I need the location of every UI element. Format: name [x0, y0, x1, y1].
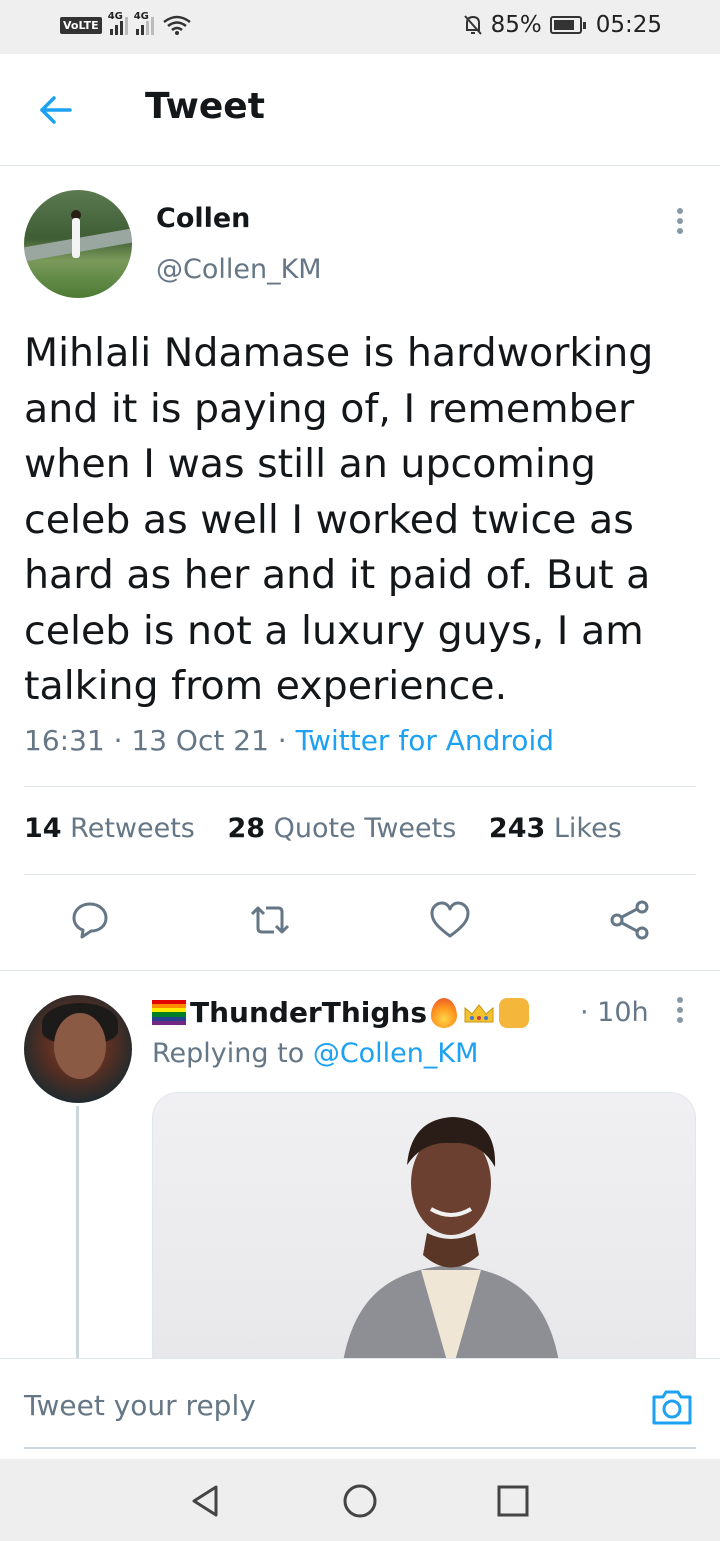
clock: 05:25 — [595, 12, 662, 38]
replying-to-handle[interactable]: @Collen_KM — [313, 1038, 479, 1069]
share-icon[interactable] — [608, 898, 652, 942]
signal-icon: 4G — [108, 11, 128, 35]
status-right: 85% 05:25 — [463, 12, 662, 38]
retweets-stat[interactable]: 14 Retweets — [24, 813, 195, 844]
like-heart-icon[interactable] — [428, 898, 472, 942]
reply-icon[interactable] — [68, 898, 112, 942]
likes-stat[interactable]: 243 Likes — [489, 813, 622, 844]
tweet-text: Mihlali Ndamase is hardworking and it is… — [24, 330, 654, 709]
tweet-time: 16:31 — [24, 724, 105, 757]
wifi-icon — [162, 15, 191, 35]
camera-icon[interactable] — [650, 1387, 694, 1427]
more-options-icon[interactable] — [674, 997, 686, 1027]
nav-home-icon[interactable] — [340, 1481, 380, 1521]
app-header: Tweet — [0, 54, 720, 166]
status-left: VoLTE 4G 4G — [60, 11, 192, 36]
author-handle[interactable]: @Collen_KM — [156, 254, 322, 285]
divider — [24, 786, 696, 787]
author-name[interactable]: Collen — [156, 203, 250, 234]
crown-icon — [464, 1003, 494, 1022]
reply-author[interactable]: ThunderThighs — [152, 996, 530, 1029]
rainbow-flag-icon — [152, 999, 186, 1026]
tweet-stats: 14 Retweets 28 Quote Tweets 243 Likes — [24, 813, 646, 844]
signal-icon: 4G — [134, 11, 154, 35]
battery-icon — [549, 16, 586, 34]
mute-icon — [463, 15, 482, 35]
status-bar: VoLTE 4G 4G 85% 05:25 — [0, 0, 720, 54]
photo-of-woman — [343, 1117, 559, 1361]
nav-back-icon[interactable] — [186, 1481, 226, 1521]
nav-recents-icon[interactable] — [493, 1481, 533, 1521]
fire-icon — [431, 997, 458, 1028]
tweet-actions — [0, 898, 720, 950]
system-nav-bar — [0, 1459, 720, 1541]
tweet-meta: 16:31 · 13 Oct 21 · Twitter for Android — [24, 724, 554, 757]
tweet-date: 13 Oct 21 — [131, 724, 269, 757]
reply-composer: Tweet your reply — [0, 1358, 720, 1458]
reply-input[interactable]: Tweet your reply — [24, 1389, 256, 1422]
reply-media-image[interactable] — [152, 1092, 696, 1362]
back-arrow-icon[interactable] — [36, 90, 76, 130]
reply-avatar[interactable] — [24, 995, 132, 1103]
thread-line — [76, 1106, 79, 1362]
divider — [24, 874, 696, 875]
retweet-icon[interactable] — [248, 898, 292, 942]
reply-author-name: ThunderThighs — [190, 996, 428, 1029]
reply-time: · 10h — [580, 997, 649, 1028]
quote-tweets-stat[interactable]: 28 Quote Tweets — [227, 813, 456, 844]
avatar[interactable] — [24, 190, 132, 298]
tweet-detail-screen: VoLTE 4G 4G 85% 05:25 Tweet Collen @Coll… — [0, 0, 720, 1541]
replying-to: Replying to @Collen_KM — [152, 1038, 479, 1069]
divider — [0, 970, 720, 971]
tweet-source-link[interactable]: Twitter for Android — [296, 724, 554, 757]
reply-input-underline — [24, 1447, 696, 1449]
volte-icon: VoLTE — [60, 16, 102, 34]
raised-fist-icon — [499, 997, 530, 1028]
more-options-icon[interactable] — [674, 208, 686, 238]
page-title: Tweet — [145, 86, 265, 127]
battery-percent: 85% — [490, 12, 542, 38]
